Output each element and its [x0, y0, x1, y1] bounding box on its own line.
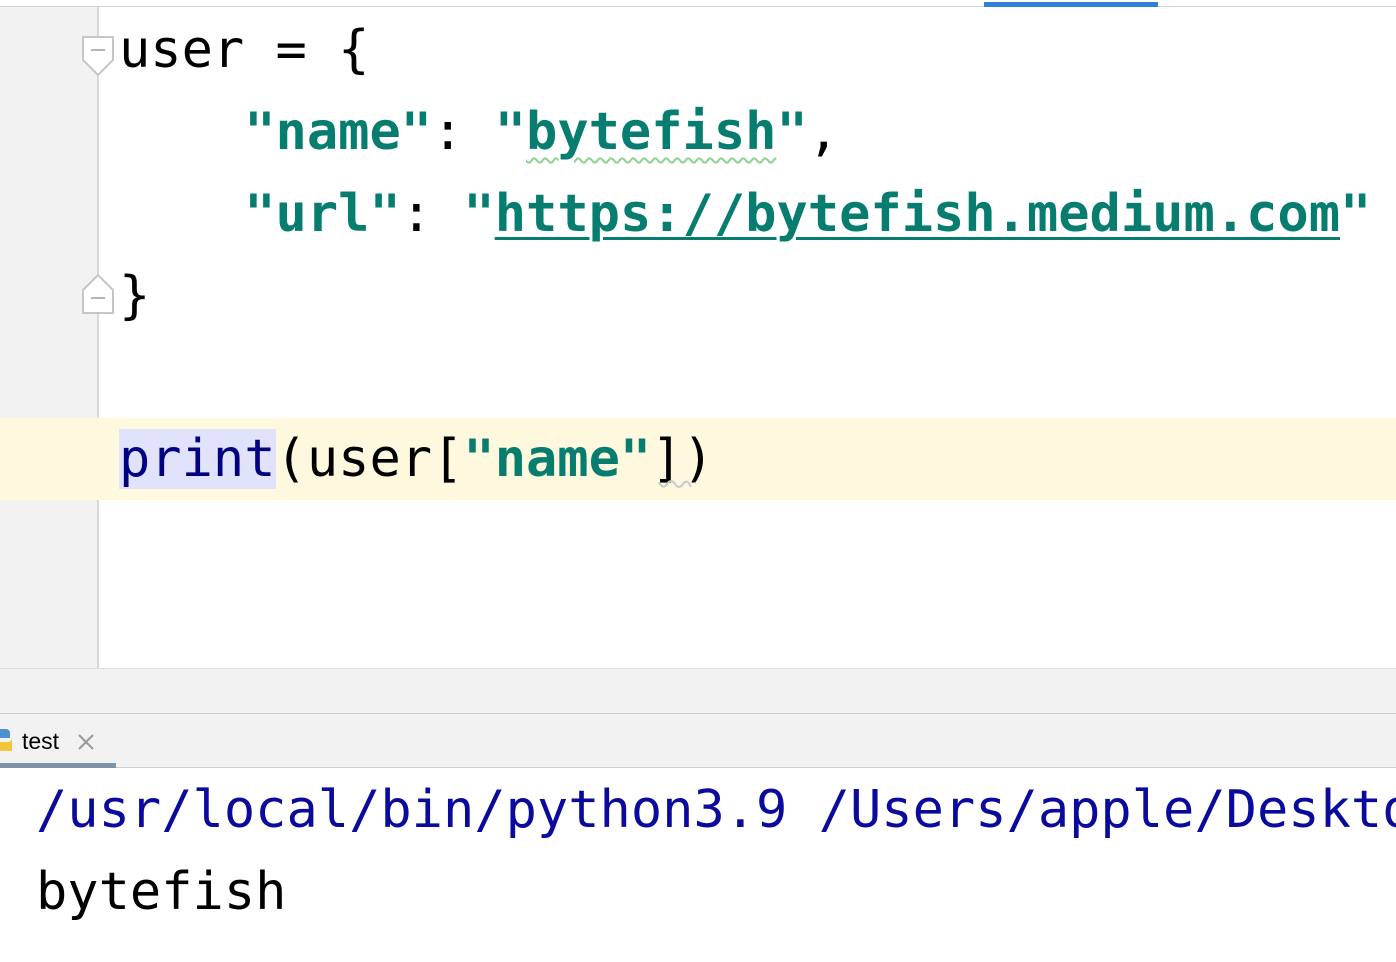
- caret-row-highlight-gutter: [97, 418, 99, 500]
- editor-gutter: [0, 7, 98, 668]
- close-icon[interactable]: [76, 732, 96, 752]
- scroll-indicator[interactable]: [984, 2, 1158, 7]
- run-tab-label: test: [22, 728, 60, 754]
- dict-key-url: "url": [244, 184, 401, 244]
- string-quote-close: ": [1340, 184, 1372, 244]
- subscript-key: "name": [463, 429, 652, 489]
- dict-key-name: "name": [244, 102, 433, 162]
- fold-start-icon[interactable]: [82, 36, 114, 76]
- editor-top-border: [0, 6, 1396, 7]
- open-brace: {: [338, 20, 370, 80]
- code-line-3[interactable]: "url": "https://bytefish.medium.com": [119, 174, 1371, 254]
- string-quote-open: ": [463, 184, 495, 244]
- url-link[interactable]: https://bytefish.medium.com: [495, 184, 1340, 244]
- code-line-4[interactable]: }: [119, 256, 150, 336]
- run-tab-bar: test: [0, 714, 1396, 768]
- assign-operator: =: [244, 20, 339, 80]
- colon: :: [400, 184, 464, 244]
- comma: ,: [807, 102, 840, 162]
- colon: :: [432, 102, 495, 162]
- dict-value-name: bytefish: [526, 102, 777, 162]
- code-line-2[interactable]: "name": "bytefish",: [119, 92, 839, 172]
- string-quote-open: ": [494, 102, 527, 162]
- code-editor[interactable]: user = { "name": "bytefish", "url": "htt…: [0, 0, 1396, 668]
- close-brace: }: [119, 266, 151, 326]
- console-output-line: bytefish: [36, 862, 287, 922]
- run-console[interactable]: /usr/local/bin/python3.9 /Users/apple/De…: [0, 768, 1396, 962]
- string-quote-close: ": [776, 102, 808, 162]
- fold-end-icon[interactable]: [82, 274, 114, 314]
- ide-window: user = { "name": "bytefish", "url": "htt…: [0, 0, 1396, 962]
- code-line-6[interactable]: print(user["name"]): [119, 419, 714, 499]
- code-line-1[interactable]: user = {: [119, 10, 369, 90]
- variable-user: user: [119, 20, 245, 80]
- warning-squiggle-icon: [658, 480, 692, 488]
- gutter-border: [97, 7, 99, 668]
- call-open: (user[: [275, 429, 464, 489]
- builtin-print: print: [119, 429, 276, 489]
- run-tab-test[interactable]: test: [0, 714, 116, 768]
- panel-separator[interactable]: [0, 668, 1396, 714]
- console-command-line: /usr/local/bin/python3.9 /Users/apple/De…: [36, 780, 1396, 840]
- python-icon: [0, 729, 12, 751]
